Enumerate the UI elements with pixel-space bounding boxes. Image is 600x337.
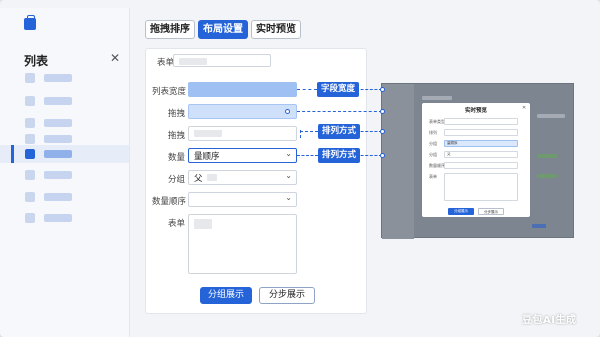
form-textarea[interactable] xyxy=(188,214,297,274)
connector-node xyxy=(380,109,385,114)
connector-line xyxy=(297,155,318,156)
watermark: 豆包AI生成 xyxy=(522,315,577,326)
chevron-down-icon: ⌄ xyxy=(285,171,292,180)
connector-node xyxy=(380,153,385,158)
modal-field-label: 排列 xyxy=(429,130,437,135)
field-label: 列表宽度 xyxy=(152,87,187,97)
arrange-callout-2: 排列方式 xyxy=(318,148,361,163)
chevron-down-icon: ⌄ xyxy=(285,149,292,158)
modal-field[interactable] xyxy=(444,162,518,169)
field-label: 拖拽 xyxy=(168,109,186,119)
quantity-select[interactable]: 量顺序 ⌄ xyxy=(188,148,297,163)
sidebar-item-active[interactable] xyxy=(0,145,129,163)
item-icon xyxy=(25,213,35,223)
item-label-placeholder xyxy=(44,214,72,222)
briefcase-icon xyxy=(24,15,36,30)
connector-line xyxy=(300,131,318,132)
close-icon[interactable]: ✕ xyxy=(110,51,120,65)
item-label-placeholder xyxy=(44,171,72,179)
connector-line xyxy=(356,155,382,156)
modal-field-label: 表单类型 xyxy=(429,119,445,124)
modal-field-value: 父 xyxy=(447,152,451,156)
modal-field-label: 分组 xyxy=(429,152,437,157)
connector-line xyxy=(356,131,382,132)
item-icon xyxy=(25,170,35,180)
modal-textarea[interactable] xyxy=(444,173,518,201)
modal-field-label: 数量顺序 xyxy=(429,163,445,168)
item-label-placeholder xyxy=(44,193,72,201)
field-label: 数量顺序 xyxy=(152,197,187,207)
form-name-input[interactable] xyxy=(173,54,271,67)
live-preview-button[interactable]: 实时预览 xyxy=(251,20,301,39)
step-show-button[interactable]: 分步展示 xyxy=(259,287,315,304)
preview-sidebar xyxy=(382,84,414,239)
connector-line xyxy=(297,111,382,112)
placeholder xyxy=(194,130,222,137)
field-width-callout: 字段宽度 xyxy=(317,82,360,97)
item-label-placeholder xyxy=(44,135,72,143)
drag-handle-icon[interactable] xyxy=(285,109,290,114)
arrange-callout-1: 排列方式 xyxy=(318,124,361,139)
sidebar-item[interactable] xyxy=(0,166,129,184)
sidebar-item[interactable] xyxy=(0,69,129,87)
modal-title: 实时预览 xyxy=(464,108,487,114)
placeholder xyxy=(207,174,217,181)
placeholder xyxy=(179,58,207,65)
modal-field[interactable]: 量顺序 xyxy=(444,140,518,147)
item-icon xyxy=(25,134,35,144)
modal-field-label: 表单 xyxy=(429,174,437,179)
field-label: 拖拽 xyxy=(168,131,186,141)
field-label: 数量 xyxy=(168,153,186,163)
item-label-placeholder xyxy=(44,119,72,127)
item-icon xyxy=(25,96,35,106)
item-label-placeholder xyxy=(44,97,72,105)
modal-field-value: 量顺序 xyxy=(447,141,458,145)
preview-modal: 实时预览 ✕ 表单类型 排列 分组 量顺序 分组 父 数量顺序 表单 分组展示 … xyxy=(422,103,530,217)
connector-node xyxy=(380,87,385,92)
app-window: 列表 ✕ 拖拽排序 布局设置 实时预览 表单 列表宽度 拖拽 拖拽 数量 量顺序… xyxy=(0,0,600,337)
item-icon xyxy=(25,118,35,128)
sidebar: 列表 ✕ xyxy=(0,8,130,337)
item-icon xyxy=(25,192,35,202)
item-label-placeholder xyxy=(44,150,72,158)
drag-field-dragging[interactable] xyxy=(188,104,297,119)
sidebar-item[interactable] xyxy=(0,92,129,110)
order-select[interactable]: ⌄ xyxy=(188,192,297,207)
modal-field[interactable] xyxy=(444,129,518,136)
sidebar-title: 列表 xyxy=(24,54,49,68)
placeholder xyxy=(194,219,212,229)
item-icon xyxy=(25,149,35,159)
field-label: 表单 xyxy=(157,58,175,68)
drag-sort-button[interactable]: 拖拽排序 xyxy=(145,20,195,39)
modal-cancel-button[interactable]: 分步展示 xyxy=(478,208,504,215)
connector-line xyxy=(356,89,382,90)
field-label: 分组 xyxy=(168,175,186,185)
close-icon[interactable]: ✕ xyxy=(522,105,526,111)
field-label: 表单 xyxy=(168,219,186,229)
modal-field-label: 分组 xyxy=(429,141,437,146)
modal-field[interactable]: 父 xyxy=(444,151,518,158)
sidebar-item[interactable] xyxy=(0,209,129,227)
drag-field[interactable] xyxy=(188,126,297,141)
modal-field[interactable] xyxy=(444,118,518,125)
select-value: 父 xyxy=(194,174,203,184)
list-width-field[interactable] xyxy=(188,82,297,97)
connector-line xyxy=(297,89,317,90)
select-value: 量顺序 xyxy=(194,152,220,162)
connector-node xyxy=(380,129,385,134)
item-icon xyxy=(25,73,35,83)
group-select[interactable]: 父 ⌄ xyxy=(188,170,297,185)
chevron-down-icon: ⌄ xyxy=(285,193,292,202)
layout-settings-button[interactable]: 布局设置 xyxy=(198,20,248,39)
item-label-placeholder xyxy=(44,74,72,82)
group-show-button[interactable]: 分组展示 xyxy=(200,287,252,304)
modal-confirm-button[interactable]: 分组展示 xyxy=(448,208,474,215)
sidebar-item[interactable] xyxy=(0,188,129,206)
